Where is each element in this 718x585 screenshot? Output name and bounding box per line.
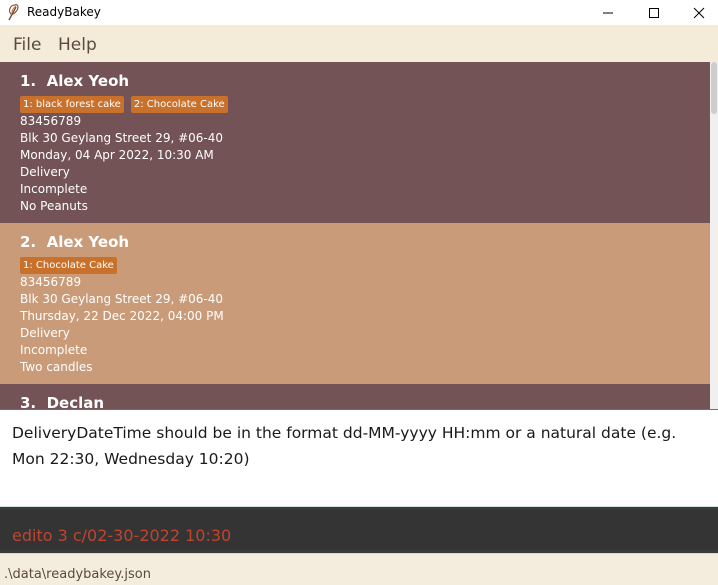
order-tag: 2: Chocolate Cake [130,96,228,113]
order-name: Declan [46,394,105,409]
order-name: Alex Yeoh [46,233,130,251]
result-display[interactable]: DeliveryDateTime should be in the format… [0,409,718,507]
order-delivery: Delivery [20,326,70,340]
order-title: 2. Alex Yeoh [20,233,129,251]
order-phone: 83456789 [20,114,82,128]
menu-bar: File Help [0,25,718,62]
order-tag: 1: Chocolate Cake [20,257,117,274]
order-address: Blk 30 Geylang Street 29, #06-40 [20,131,224,145]
title-bar: ReadyBakey [0,0,718,25]
minimize-icon [602,7,614,19]
order-tag: 1: black forest cake [20,96,124,113]
whisk-icon [6,3,22,21]
order-index: 1. [20,72,37,90]
command-input[interactable]: edito 3 c/02-30-2022 10:30 [0,510,718,550]
order-card[interactable]: 1. Alex Yeoh 1: black forest cake 2: Cho… [0,62,710,223]
command-box: edito 3 c/02-30-2022 10:30 [0,507,718,553]
order-phone: 83456789 [20,275,82,289]
status-bar: .\data\readybakey.json [0,553,718,585]
menu-file[interactable]: File [13,35,41,55]
order-index: 3. [20,394,37,409]
close-icon [693,7,705,19]
scroll-thumb[interactable] [711,62,717,114]
maximize-icon [648,7,660,19]
command-text: edito 3 c/02-30-2022 10:30 [12,526,232,545]
maximize-button[interactable] [631,0,677,25]
order-delivery: Delivery [20,165,70,179]
order-card[interactable]: 3. Declan [0,384,710,409]
order-status: Incomplete [20,182,88,196]
menu-help[interactable]: Help [58,35,97,55]
order-tags: 1: black forest cake 2: Chocolate Cake [20,96,228,113]
order-datetime: Monday, 04 Apr 2022, 10:30 AM [20,148,214,162]
order-tags: 1: Chocolate Cake [20,257,117,274]
result-message: DeliveryDateTime should be in the format… [12,424,677,468]
order-datetime: Thursday, 22 Dec 2022, 04:00 PM [20,309,224,323]
window-title: ReadyBakey [27,5,101,19]
order-address: Blk 30 Geylang Street 29, #06-40 [20,292,224,306]
order-title: 1. Alex Yeoh [20,72,129,90]
order-index: 2. [20,233,37,251]
close-button[interactable] [676,0,718,25]
order-name: Alex Yeoh [46,72,130,90]
minimize-button[interactable] [585,0,631,25]
data-file-path: .\data\readybakey.json [4,567,151,582]
order-card[interactable]: 2. Alex Yeoh 1: Chocolate Cake 83456789 … [0,223,710,384]
order-title: 3. Declan [20,394,104,409]
order-remark: Two candles [20,360,93,374]
order-list[interactable]: 1. Alex Yeoh 1: black forest cake 2: Cho… [0,62,710,409]
list-scrollbar[interactable] [710,62,718,409]
order-remark: No Peanuts [20,199,88,213]
order-status: Incomplete [20,343,88,357]
